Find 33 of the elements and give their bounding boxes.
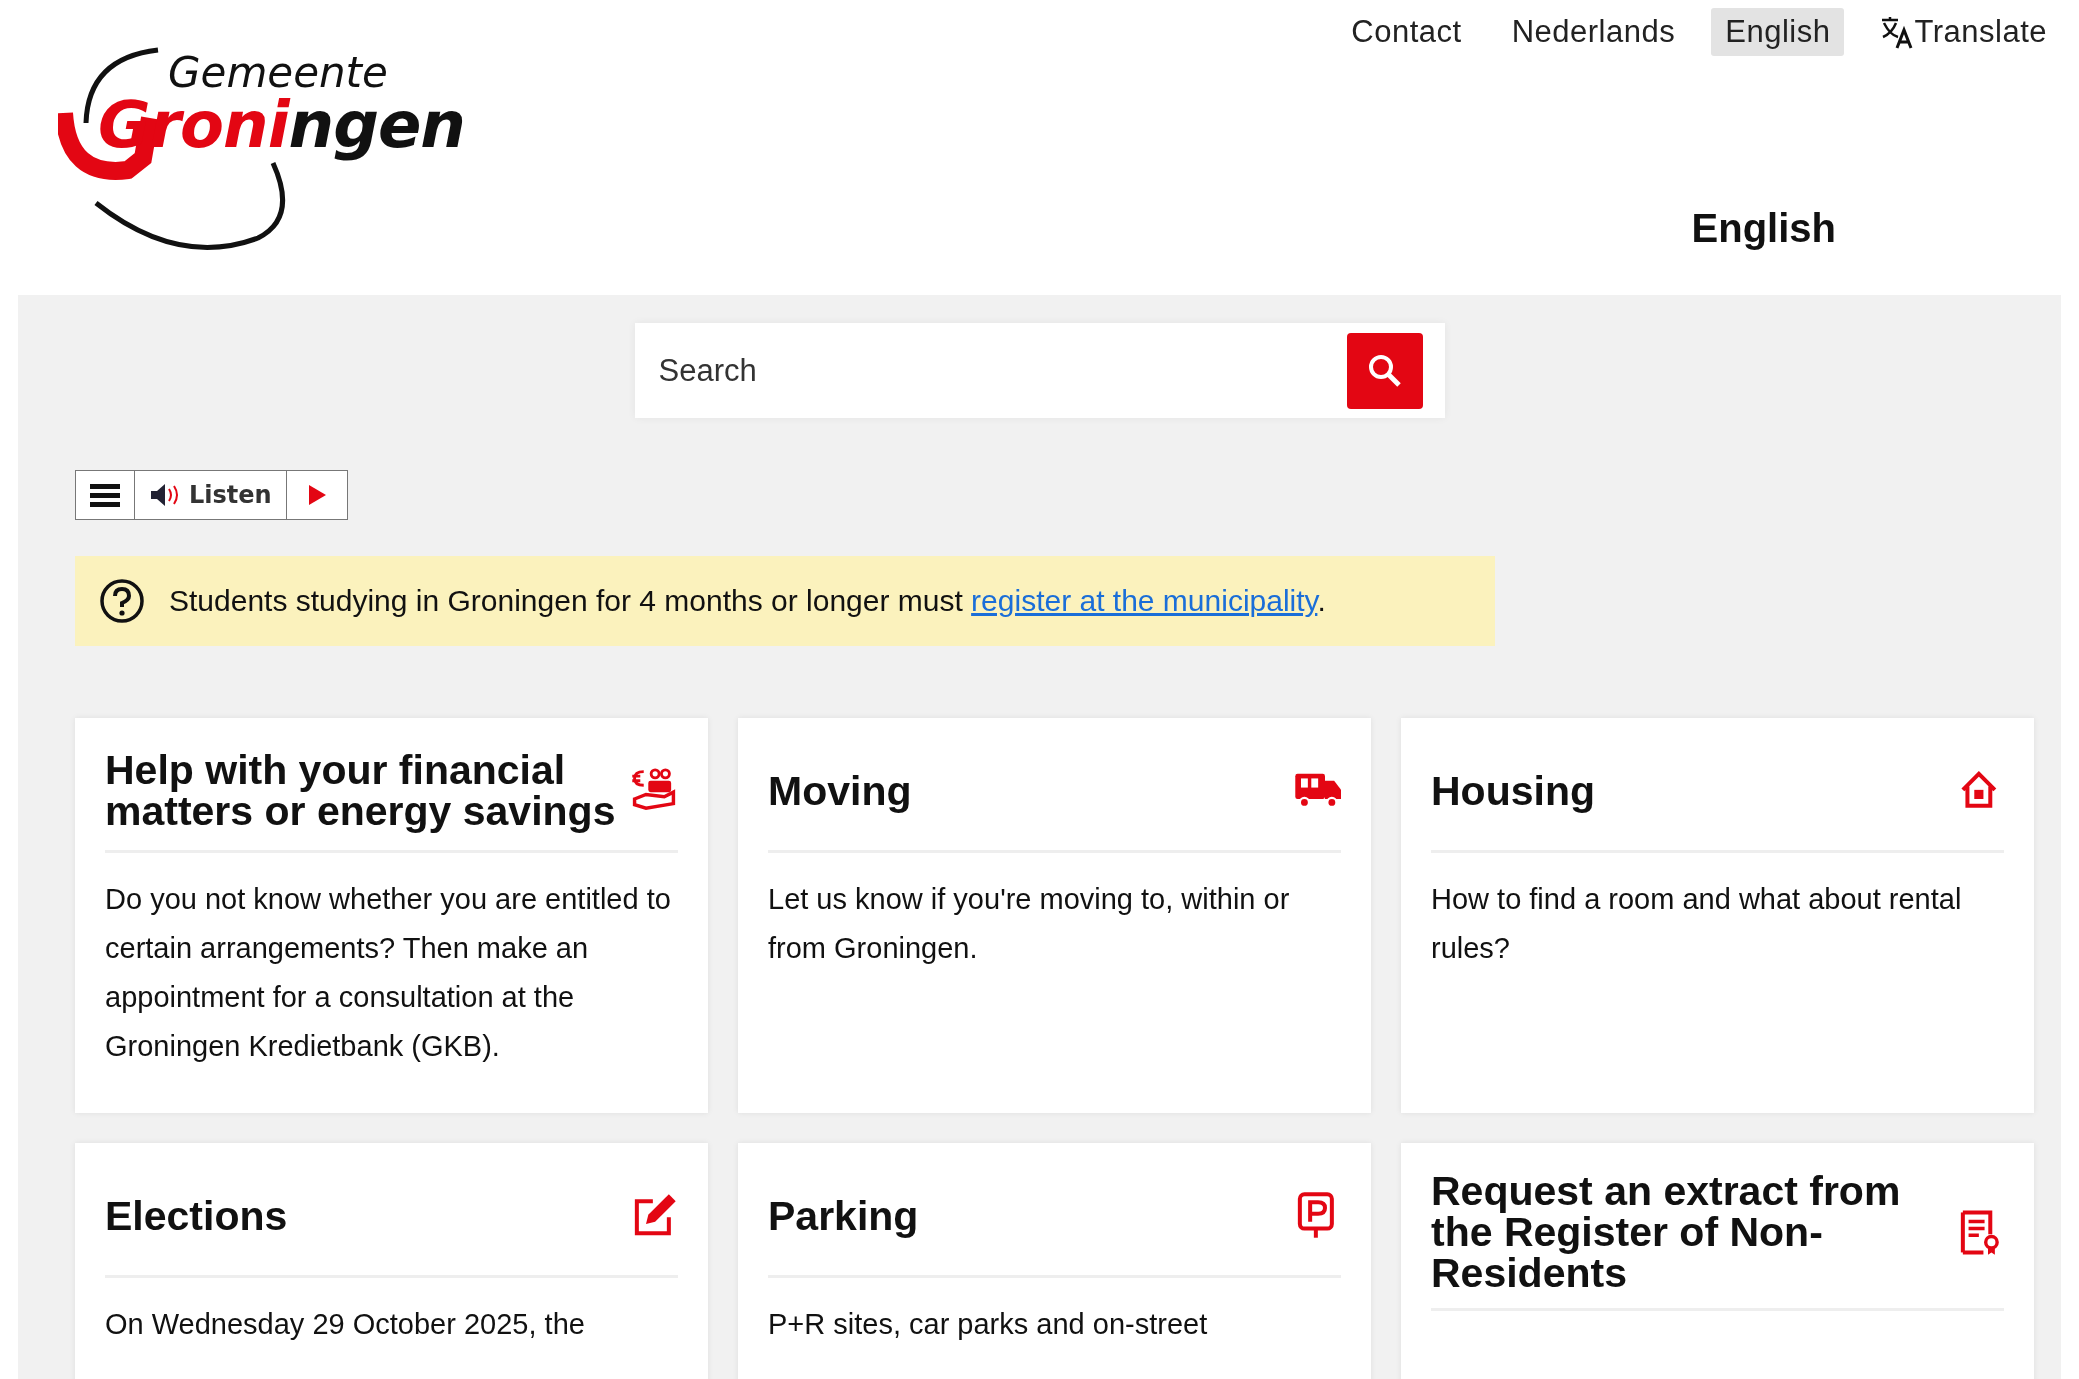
topic-card[interactable]: Moving Let us know if you're moving to, within or from Groningen. [738, 718, 1371, 1113]
language-heading: English [1691, 206, 1836, 251]
register-link[interactable]: register at the municipality [971, 584, 1318, 617]
topic-card[interactable]: Request an extract from the Register of Non-Residents [1401, 1143, 2034, 1379]
speaker-icon [149, 482, 181, 508]
menu-icon [90, 483, 120, 507]
card-text: Do you not know whether you are entitled to certain arrangements? Then make an appointment for a consultation at the Groningen Kredietbank (GKB). [105, 882, 672, 1064]
card-title[interactable]: Elections [105, 1195, 288, 1237]
card-title[interactable]: Request an extract from the Register of Non-Residents [1431, 1171, 1951, 1294]
nav-link[interactable]: Contact [1337, 8, 1476, 56]
notice-text: Students studying in Groningen for 4 months or longer must register at the municipality. [169, 584, 1326, 618]
topic-card[interactable]: Elections On Wednesday 29 October 2025, the [75, 1143, 708, 1379]
translate-icon [1880, 15, 1915, 49]
card-title[interactable]: Housing [1431, 770, 1595, 812]
card-title[interactable]: Help with your financial matters or energy savings [105, 750, 625, 832]
topic-card[interactable]: Parking P+R sites, car parks and on-street [738, 1143, 1371, 1379]
card-text: P+R sites, car parks and on-street [768, 1307, 1209, 1342]
nav-link[interactable]: English [1711, 8, 1845, 56]
translate-link[interactable]: Translate [1866, 8, 2061, 56]
play-icon [306, 484, 327, 506]
search-bar[interactable]: Search [634, 323, 1445, 418]
card-text: Let us know if you're moving to, within or from Groningen. [768, 882, 1291, 966]
card-title[interactable]: Moving [768, 770, 912, 812]
search-button[interactable] [1346, 332, 1423, 409]
search-icon [1366, 352, 1403, 389]
topic-card[interactable]: Housing How to find a room and what about rental rules? [1401, 718, 2034, 1113]
topic-card[interactable]: Help with your financial matters or energy savings Do you not know whether you are entitled to certain arrangements? Then make an appointment for a consultation at the Groningen Kredietbank (GKB). [75, 718, 708, 1113]
card-text: How to find a room and what about rental rules? [1431, 882, 1963, 966]
card-text: On Wednesday 29 October 2025, the [105, 1307, 586, 1342]
question-icon [99, 578, 145, 624]
card-title[interactable]: Parking [768, 1195, 919, 1237]
nav-link[interactable]: Nederlands [1497, 8, 1690, 56]
search-field[interactable]: Search [656, 351, 1347, 390]
